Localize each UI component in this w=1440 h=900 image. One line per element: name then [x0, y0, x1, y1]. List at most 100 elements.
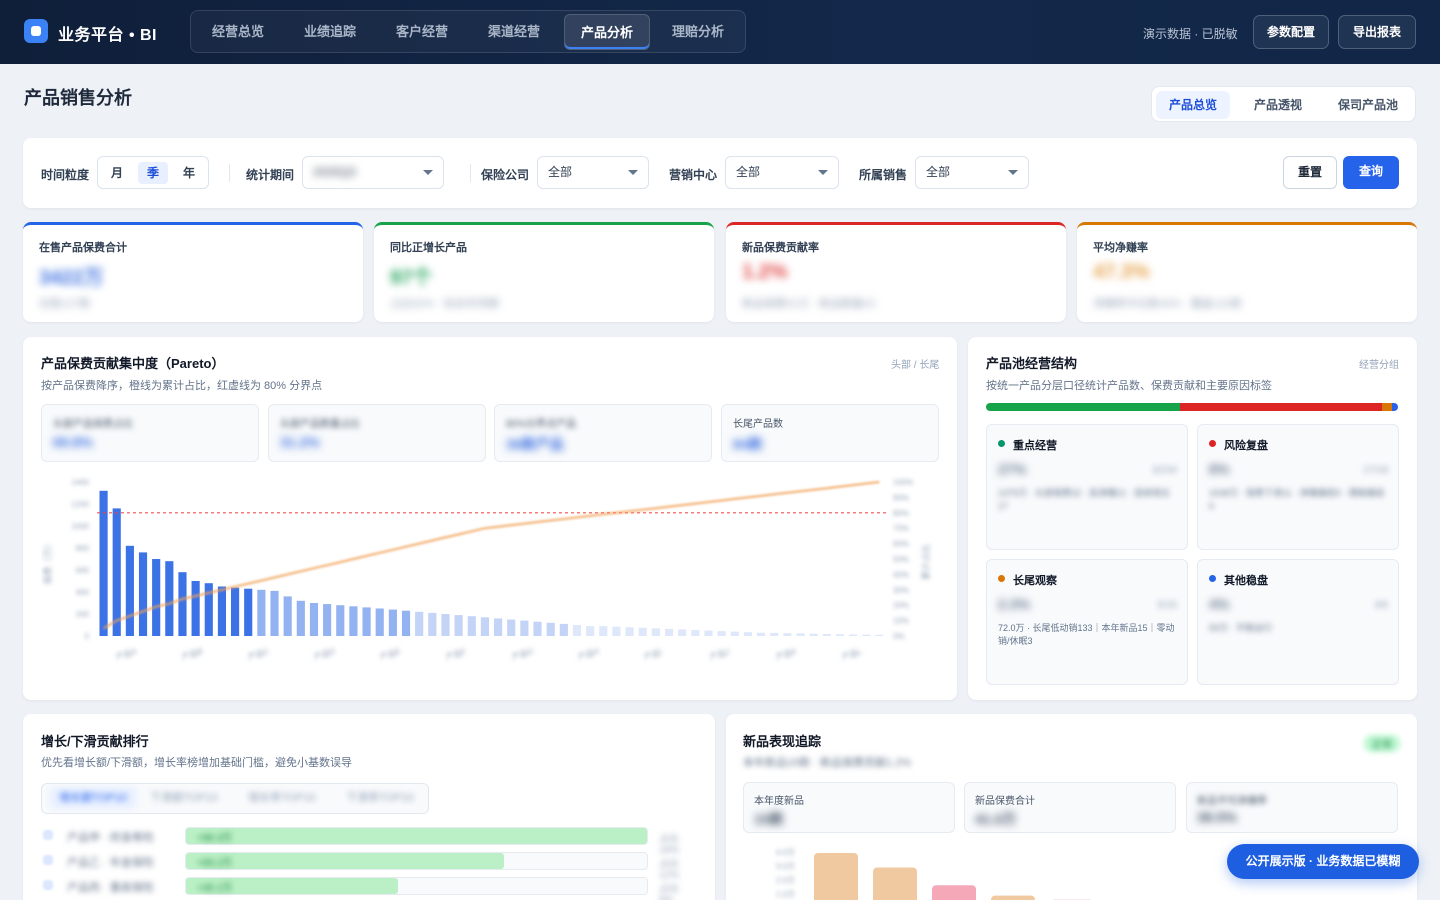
company-select[interactable]: 全部 [537, 156, 649, 189]
y2-tick-label: 0% [893, 632, 905, 641]
y2-tick-label: 40% [893, 570, 909, 579]
summary-label: 头部产品数量占比 [280, 419, 360, 430]
group-desc: 1638万 · 保费下滑11 · 净赚偏低9 · 理赔偏高6 [1209, 488, 1385, 511]
bar [717, 631, 726, 636]
bar [572, 625, 582, 636]
bar [730, 631, 739, 636]
bar [191, 581, 200, 636]
tab-growth-rate[interactable]: 增长率TOP10 [248, 787, 316, 809]
y-tick-label: 1000 [71, 522, 89, 531]
group-name: 重点经营 [1013, 440, 1057, 452]
granularity-month[interactable]: 月 [102, 162, 132, 184]
row-value: +45.1万 [197, 883, 233, 894]
config-button[interactable]: 参数配置 [1253, 15, 1329, 49]
tab-product-overview[interactable]: 产品总览 [1156, 91, 1230, 119]
granularity-year[interactable]: 年 [174, 162, 204, 184]
tab-insurer-product-pool[interactable]: 保司产品池 [1326, 91, 1410, 119]
pool-tag: 经营分组 [1359, 360, 1399, 371]
tab-growth-amount[interactable]: 增长额TOP10 [50, 787, 136, 809]
nav-tab-channel[interactable]: 渠道经营 [471, 14, 557, 50]
x-tick-label: 产品E [379, 646, 402, 662]
chevron-down-icon [818, 170, 828, 175]
growth-row[interactable]: 产品乙 · 年金保险 +65.2万 占比12% [41, 852, 691, 881]
kpi-card-new-product: 新品保费贡献率 1.2% 新品保费41万 · 新品数量15 [726, 222, 1066, 322]
row-value: +65.2万 [197, 858, 233, 869]
pool-group-card[interactable]: 风险复盘 8% 17/18 1638万 · 保费下滑11 · 净赚偏低9 · 理… [1197, 424, 1399, 550]
group-name: 风险复盘 [1224, 440, 1268, 452]
y2-tick-label: 100% [893, 478, 913, 487]
nav-tab-customer[interactable]: 客户经营 [379, 14, 465, 50]
pool-group-card[interactable]: 其他稳盘 4% 3/6 55万 · 平稳运行 [1197, 559, 1399, 685]
group-count: 17/18 [1362, 465, 1388, 476]
nav-tab-product[interactable]: 产品分析 [564, 14, 650, 50]
export-button[interactable]: 导出报表 [1338, 15, 1416, 49]
pareto-subtitle: 按产品保费降序，橙线为累计占比，红虚线为 80% 分界点 [41, 380, 323, 392]
chevron-down-icon [628, 170, 638, 175]
bar [323, 604, 332, 636]
newprod-card: 本年度新品 15款 [743, 782, 955, 833]
tab-decline-amount[interactable]: 下滑额TOP10 [150, 787, 218, 809]
bar [230, 587, 240, 636]
bar [599, 626, 608, 636]
center-select[interactable]: 全部 [725, 156, 839, 189]
summary-value: 31.2% [280, 434, 320, 450]
bar [428, 612, 437, 636]
bar [533, 621, 542, 636]
bar [743, 632, 753, 636]
nav-tab-overview[interactable]: 经营总览 [195, 14, 281, 50]
pool-stacked-bar [986, 403, 1398, 411]
y-tick-label: 200 [76, 610, 90, 619]
pool-group-card[interactable]: 长尾观察 2.3% 5/15 72.0万 · 长尾低动销133｜本年新品15｜零… [986, 559, 1188, 685]
bar [783, 633, 792, 636]
growth-row[interactable]: 产品甲 · 终身寿险 +96.3万 占比18% [41, 827, 691, 856]
bar [586, 626, 595, 636]
group-count: 32/34 [1151, 465, 1177, 476]
y2-tick-label: 20% [893, 601, 909, 610]
bar [401, 610, 411, 636]
chevron-down-icon [1008, 170, 1018, 175]
pareto-tag: 头部 / 长尾 [891, 360, 940, 371]
granularity-quarter[interactable]: 季 [138, 162, 168, 184]
demo-data-label: 演示数据 · 已脱敏 [1143, 27, 1238, 41]
query-button[interactable]: 查询 [1343, 156, 1399, 189]
bar [125, 545, 134, 636]
card-label: 本年度新品 [754, 796, 804, 807]
tab-product-pivot[interactable]: 产品透视 [1240, 91, 1316, 119]
y-tick-label: 1400 [71, 478, 89, 487]
bar [835, 634, 845, 636]
kpi-label: 新品保费贡献率 [742, 242, 819, 254]
brand-title: 业务平台 • BI [58, 27, 157, 44]
tab-decline-rate[interactable]: 下滑率TOP10 [346, 787, 414, 809]
app-logo-icon [24, 19, 48, 43]
bar [875, 634, 884, 636]
period-select[interactable]: 2025Q3 [302, 156, 444, 189]
card-value: 38.5% [1197, 809, 1237, 825]
bar [612, 626, 621, 636]
row-icon [43, 855, 53, 865]
x-tick-label: 产品I [643, 647, 663, 662]
sales-select[interactable]: 全部 [915, 156, 1029, 189]
kpi-sub: 净赚率中位数43% · 覆盖120款 [1093, 298, 1243, 310]
card-label: 新品保费合计 [975, 796, 1035, 807]
top-bar: 业务平台 • BI 经营总览 业绩追踪 客户经营 渠道经营 产品分析 理赔分析 … [0, 0, 1440, 64]
row-fill [186, 828, 647, 844]
growth-row[interactable]: 产品丙 · 重疾保险 +45.1万 占比8% [41, 877, 691, 900]
newprod-subtitle: 本年新品15款 · 新品保费贡献1.2% [743, 757, 912, 769]
x-tick-label: 产品B [181, 646, 204, 662]
bar [546, 622, 555, 636]
group-value: 27% [998, 461, 1027, 477]
bar [507, 619, 516, 636]
y-tick-label: 400 [76, 588, 90, 597]
group-count: 5/15 [1157, 600, 1177, 611]
bar [296, 600, 305, 636]
company-label: 保险公司 [481, 168, 530, 182]
y-tick-label: 4.0万 [776, 848, 795, 857]
nav-tab-performance[interactable]: 业绩追踪 [287, 14, 373, 50]
pool-group-card[interactable]: 重点经营 27% 32/34 1375万 · 头部保费32 · 高净赚21 · … [986, 424, 1188, 550]
group-value: 4% [1209, 596, 1230, 612]
bar [770, 632, 779, 636]
reset-button[interactable]: 重置 [1283, 156, 1337, 189]
kpi-label: 在售产品保费合计 [39, 242, 127, 254]
status-dot-icon [1209, 575, 1216, 582]
nav-tab-claims[interactable]: 理赔分析 [655, 14, 741, 50]
